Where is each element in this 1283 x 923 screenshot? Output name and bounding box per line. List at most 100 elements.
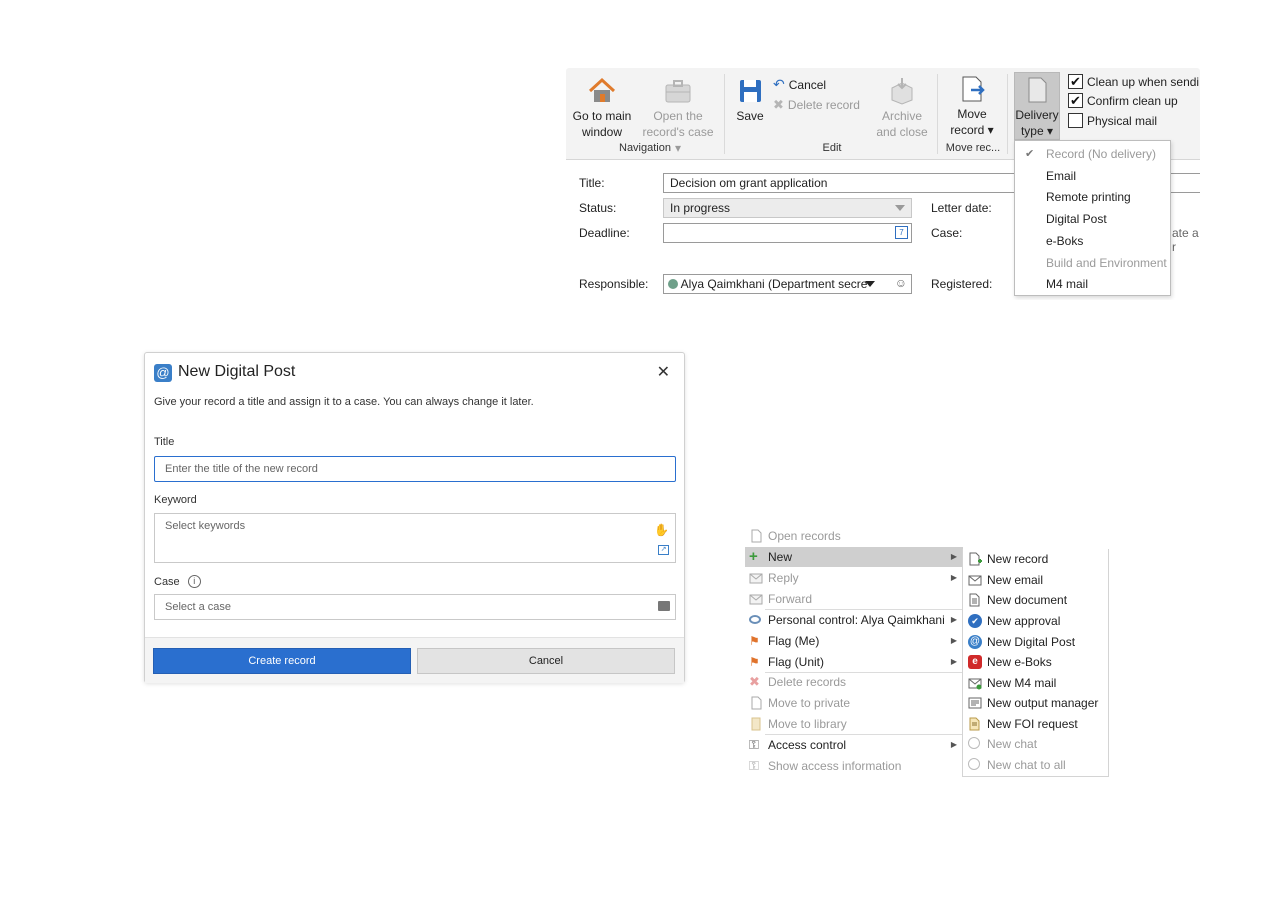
chat-icon [968, 737, 980, 749]
calendar-icon[interactable]: 7 [895, 226, 908, 239]
submenu-new-document[interactable]: New document [963, 590, 1108, 610]
submenu-new-m4-mail[interactable]: New M4 mail [963, 673, 1108, 693]
digital-post-icon: @ [968, 635, 982, 649]
delivery-label-1: Delivery [1015, 108, 1059, 122]
tag-icon[interactable]: ✋ [654, 518, 669, 542]
move-record-button[interactable]: Move record ▾ [942, 74, 1002, 138]
delivery-option-m4-mail[interactable]: M4 mail [1015, 274, 1170, 295]
delivery-option-label: Remote printing [1046, 190, 1131, 204]
close-icon[interactable]: ✕ [657, 362, 670, 382]
responsible-select[interactable]: Alya Qaimkhani (Department secre ☺ [663, 274, 912, 294]
menu-item-label: Move to private [768, 696, 851, 710]
menu-item-label: Flag (Unit) [768, 655, 825, 669]
plus-icon: + [749, 548, 758, 565]
flag-icon: ⚑ [749, 655, 760, 669]
archive-label-1: Archive [881, 109, 922, 123]
status-value: In progress [670, 201, 731, 215]
checkbox-label: Confirm clean up [1087, 93, 1178, 108]
save-button[interactable]: Save [730, 76, 770, 124]
case-create-link[interactable]: ate a r [1172, 226, 1200, 254]
menu-item-move-to-library[interactable]: Move to library [745, 714, 963, 734]
delivery-option-record[interactable]: ✔ Record (No delivery) [1015, 144, 1170, 165]
blank-document-icon [1028, 77, 1047, 103]
submenu-new-foi-request[interactable]: New FOI request [963, 714, 1108, 734]
submenu-new-email[interactable]: New email [963, 570, 1108, 590]
approval-icon: ✔ [968, 614, 982, 628]
responsible-label: Responsible: [579, 277, 649, 291]
keyword-input[interactable]: Select keywords ✋ ↗ [154, 513, 676, 563]
output-manager-icon [968, 697, 982, 709]
dialog-title-input[interactable]: Enter the title of the new record [154, 456, 676, 482]
chevron-right-icon: ▶ [950, 740, 957, 749]
deadline-input[interactable]: 7 [663, 223, 912, 243]
delivery-option-label: Build and Environment [1046, 256, 1167, 270]
delivery-option-build-environment[interactable]: Build and Environment [1015, 253, 1170, 274]
cancel-button[interactable]: Cancel [417, 648, 675, 674]
submenu-new-record[interactable]: New record [963, 549, 1108, 569]
submenu-new-eboks[interactable]: e New e-Boks [963, 652, 1108, 672]
edit-group-label: Edit [822, 142, 842, 154]
go-to-main-window-button[interactable]: Go to main window [570, 76, 634, 140]
chevron-right-icon: ▶ [950, 636, 957, 645]
confirm-clean-up-checkbox[interactable]: ✔ Confirm clean up [1068, 93, 1178, 108]
delivery-option-eboks[interactable]: e-Boks [1015, 231, 1170, 252]
menu-item-label: Forward [768, 592, 813, 606]
clean-up-when-sending-checkbox[interactable]: ✔ Clean up when sendi [1068, 74, 1199, 89]
case-input[interactable]: Select a case [154, 594, 676, 620]
move-group-label: Move rec... [945, 142, 1001, 154]
key-icon: ⚿ [749, 737, 759, 752]
submenu-new-chat[interactable]: New chat [963, 734, 1108, 754]
menu-item-access-control[interactable]: ⚿ Access control ▶ [745, 735, 963, 755]
edit-keywords-icon[interactable]: ↗ [658, 545, 669, 555]
archive-and-close-button[interactable]: Archive and close [871, 76, 933, 140]
delivery-type-dropdown: ✔ Record (No delivery) Email Remote prin… [1014, 140, 1171, 296]
chevron-down-icon [895, 205, 905, 211]
checkbox-label: Clean up when sendi [1087, 74, 1200, 89]
submenu-item-label: New approval [987, 614, 1061, 628]
digital-post-icon: @ [154, 364, 172, 382]
record-window: Go to main window Open the record's case… [566, 68, 1200, 300]
menu-item-open-records[interactable]: Open records [745, 526, 963, 546]
library-icon [751, 717, 761, 731]
menu-item-flag-me[interactable]: ⚑ Flag (Me) ▶ [745, 631, 963, 651]
email-icon [968, 575, 982, 586]
menu-item-forward[interactable]: Forward [745, 589, 963, 609]
keyword-field-label: Keyword [154, 494, 197, 506]
chat-icon [968, 758, 980, 770]
users-icon[interactable]: ☺ [895, 276, 907, 290]
delivery-option-remote-printing[interactable]: Remote printing [1015, 187, 1170, 208]
archive-box-icon [891, 78, 913, 105]
physical-mail-checkbox[interactable]: Physical mail [1068, 113, 1157, 128]
delete-record-button[interactable]: ✖ Delete record [773, 97, 860, 113]
menu-item-personal-control[interactable]: Personal control: Alya Qaimkhani ▶ [745, 610, 963, 630]
submenu-item-label: New email [987, 573, 1044, 587]
chevron-right-icon: ▶ [950, 615, 957, 624]
submenu-item-label: New Digital Post [987, 635, 1076, 649]
menu-item-move-to-private[interactable]: Move to private [745, 693, 963, 713]
menu-item-delete-records[interactable]: ✖ Delete records [745, 672, 963, 692]
briefcase-icon[interactable] [658, 601, 670, 611]
delivery-option-digital-post[interactable]: Digital Post [1015, 209, 1170, 230]
menu-item-flag-unit[interactable]: ⚑ Flag (Unit) ▶ [745, 652, 963, 672]
create-record-button[interactable]: Create record [153, 648, 411, 674]
archive-label-2: and close [876, 125, 928, 139]
status-select[interactable]: In progress [663, 198, 912, 218]
delivery-type-button[interactable]: Delivery type ▾ [1014, 72, 1060, 140]
submenu-new-approval[interactable]: ✔ New approval [963, 611, 1108, 631]
context-menu: Open records + New ▶ Reply ▶ Forward Per… [745, 526, 963, 778]
menu-item-new[interactable]: + New ▶ [745, 547, 963, 567]
menu-item-label: Delete records [768, 675, 847, 689]
info-icon[interactable]: i [187, 575, 201, 588]
submenu-new-digital-post[interactable]: @ New Digital Post [963, 632, 1108, 652]
submenu-new-chat-to-all[interactable]: New chat to all [963, 755, 1108, 775]
case-placeholder: Select a case [165, 601, 232, 613]
floppy-disk-icon [740, 80, 761, 102]
menu-item-label: Reply [768, 571, 799, 585]
delivery-option-email[interactable]: Email [1015, 166, 1170, 187]
move-document-icon [962, 76, 985, 102]
open-case-label-1: Open the [653, 109, 703, 123]
cancel-button[interactable]: ↶ Cancel [773, 76, 826, 93]
submenu-new-output-manager[interactable]: New output manager [963, 693, 1108, 713]
menu-item-reply[interactable]: Reply ▶ [745, 568, 963, 588]
menu-item-show-access-information[interactable]: ⚿ Show access information [745, 756, 963, 776]
